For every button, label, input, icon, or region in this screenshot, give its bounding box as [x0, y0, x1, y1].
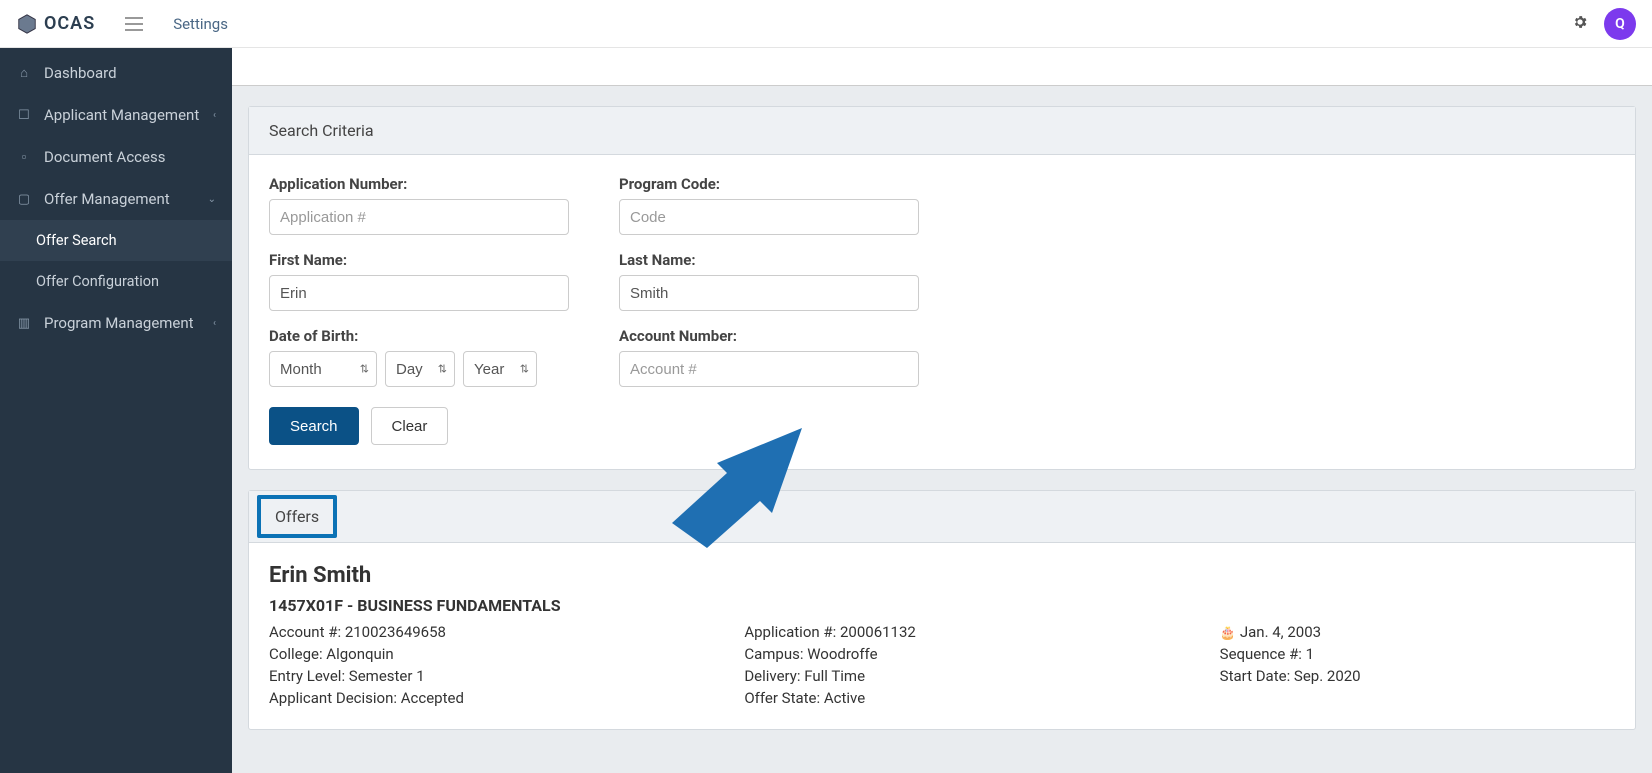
main: Search Criteria Application Number: Prog…	[232, 48, 1652, 773]
logo-text: OCAS	[44, 13, 95, 34]
result-delivery: Delivery: Full Time	[744, 665, 1139, 687]
sidebar-item-applicant-management[interactable]: ☐ Applicant Management ‹	[0, 94, 232, 136]
dob-year-select[interactable]: Year	[463, 351, 537, 387]
label-app-number: Application Number:	[269, 175, 569, 193]
chevron-left-icon: ‹	[213, 318, 216, 329]
dob-month-select[interactable]: Month	[269, 351, 377, 387]
dob-day-select[interactable]: Day	[385, 351, 455, 387]
sidebar-item-offer-search[interactable]: Offer Search	[0, 220, 232, 261]
chevron-down-icon: ⌄	[208, 194, 216, 205]
label-account-number: Account Number:	[619, 327, 919, 345]
result-sequence: Sequence #: 1	[1220, 643, 1615, 665]
application-number-input[interactable]	[269, 199, 569, 235]
offer-icon: ▢	[16, 192, 32, 207]
logo-icon	[16, 13, 38, 35]
results-panel: Offers Erin Smith 1457X01F - BUSINESS FU…	[248, 490, 1636, 730]
document-icon: ▫	[16, 149, 32, 165]
avatar[interactable]: Q	[1604, 8, 1636, 40]
menu-toggle-icon[interactable]	[125, 12, 143, 36]
search-criteria-title: Search Criteria	[249, 107, 1635, 155]
topbar: OCAS Settings Q	[0, 0, 1652, 48]
chevron-left-icon: ‹	[213, 110, 216, 121]
breadcrumb[interactable]: Settings	[173, 15, 228, 33]
result-name: Erin Smith	[269, 563, 1615, 588]
logo[interactable]: OCAS	[16, 13, 95, 35]
result-program: 1457X01F - BUSINESS FUNDAMENTALS	[269, 596, 1615, 615]
applicant-icon: ☐	[16, 108, 32, 123]
search-button[interactable]: Search	[269, 407, 359, 445]
sidebar-item-offer-configuration[interactable]: Offer Configuration	[0, 261, 232, 302]
sidebar-item-document-access[interactable]: ▫ Document Access	[0, 136, 232, 178]
result-application: Application #: 200061132	[744, 621, 1139, 643]
sidebar-item-offer-management[interactable]: ▢ Offer Management ⌄	[0, 178, 232, 220]
result-decision: Applicant Decision: Accepted	[269, 687, 664, 709]
result-state: Offer State: Active	[744, 687, 1139, 709]
label-last-name: Last Name:	[619, 251, 919, 269]
result-campus: Campus: Woodroffe	[744, 643, 1139, 665]
last-name-input[interactable]	[619, 275, 919, 311]
program-icon: ▥	[16, 316, 32, 331]
cake-icon: 🎂	[1220, 626, 1236, 641]
result-account: Account #: 210023649658	[269, 621, 664, 643]
first-name-input[interactable]	[269, 275, 569, 311]
gear-icon[interactable]	[1572, 14, 1588, 34]
sidebar: ⌂ Dashboard ☐ Applicant Management ‹ ▫ D…	[0, 48, 232, 773]
tab-offers[interactable]: Offers	[257, 495, 337, 538]
clear-button[interactable]: Clear	[371, 407, 449, 445]
sidebar-item-program-management[interactable]: ▥ Program Management ‹	[0, 302, 232, 344]
label-first-name: First Name:	[269, 251, 569, 269]
result-dob: 🎂Jan. 4, 2003	[1220, 621, 1615, 643]
account-number-input[interactable]	[619, 351, 919, 387]
program-code-input[interactable]	[619, 199, 919, 235]
result-entry: Entry Level: Semester 1	[269, 665, 664, 687]
dashboard-icon: ⌂	[16, 65, 32, 81]
search-criteria-panel: Search Criteria Application Number: Prog…	[248, 106, 1636, 470]
label-program-code: Program Code:	[619, 175, 919, 193]
sidebar-item-dashboard[interactable]: ⌂ Dashboard	[0, 52, 232, 94]
page-header-bar	[232, 48, 1652, 86]
result-start: Start Date: Sep. 2020	[1220, 665, 1615, 687]
label-dob: Date of Birth:	[269, 327, 569, 345]
result-college: College: Algonquin	[269, 643, 664, 665]
